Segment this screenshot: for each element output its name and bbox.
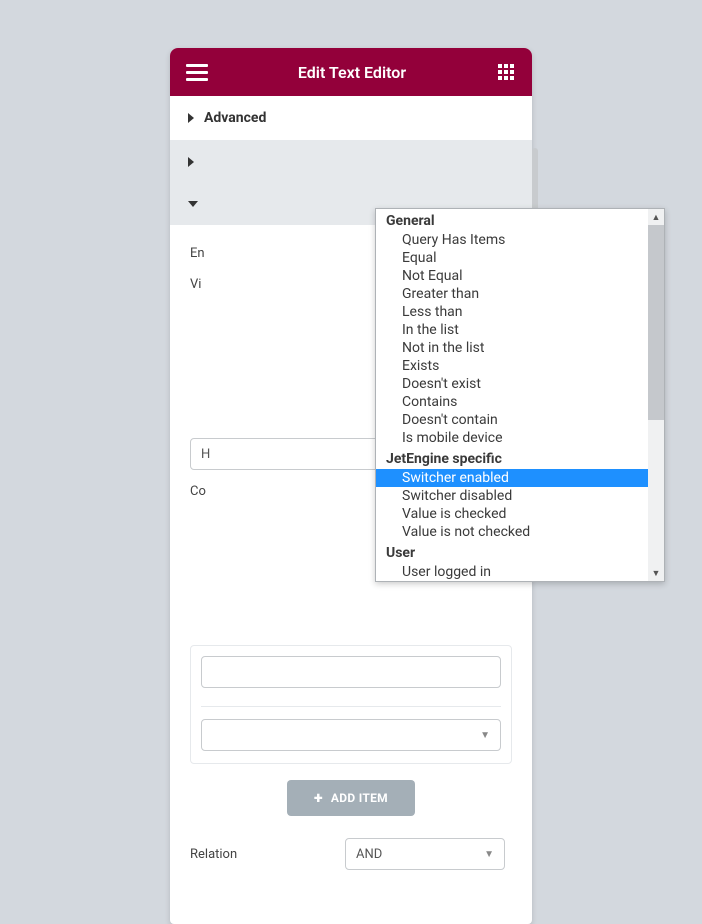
dropdown-option[interactable]: User logged in [376,563,664,581]
panel-header: Edit Text Editor [170,48,532,96]
dropdown-option[interactable]: Value is checked [376,505,664,523]
dropdown-option[interactable]: Is mobile device [376,429,664,447]
visibility-label: Vi [190,277,201,432]
visibility-value: H [201,447,210,462]
section-collapsed-1[interactable] [170,141,532,183]
dropdown-option[interactable]: Switcher enabled [376,469,664,487]
chevron-right-icon [188,157,194,167]
dropdown-option[interactable]: Exists [376,357,664,375]
dropdown-group-label: JetEngine specific [376,447,664,469]
dropdown-option[interactable]: Contains [376,393,664,411]
dropdown-option[interactable]: Greater than [376,285,664,303]
dropdown-option[interactable]: In the list [376,321,664,339]
panel-title: Edit Text Editor [208,63,496,82]
condition-type-dropdown[interactable]: ▲ ▼ GeneralQuery Has ItemsEqualNot Equal… [375,208,665,582]
condition-select-1[interactable] [201,656,501,688]
plus-icon: + [314,790,323,806]
section-label-advanced: Advanced [204,110,266,126]
dropdown-option[interactable]: Doesn't exist [376,375,664,393]
chevron-down-icon: ▼ [484,849,494,860]
dropdown-option[interactable]: Less than [376,303,664,321]
add-item-button[interactable]: + ADD ITEM [287,780,415,816]
scroll-down-arrow[interactable]: ▼ [648,565,664,581]
dropdown-group-label: General [376,209,664,231]
dropdown-option[interactable]: Not Equal [376,267,664,285]
section-advanced[interactable]: Advanced [170,96,532,141]
chevron-down-icon [188,201,198,207]
apps-icon[interactable] [496,62,516,82]
dropdown-options: GeneralQuery Has ItemsEqualNot EqualGrea… [376,209,664,581]
dropdown-group-label: User [376,541,664,563]
dropdown-option[interactable]: Value is not checked [376,523,664,541]
relation-row: Relation AND ▼ [190,838,512,870]
condition-select-2[interactable]: ▼ [201,719,501,751]
dropdown-option[interactable]: Doesn't contain [376,411,664,429]
relation-label: Relation [190,847,345,862]
enable-label: En [190,246,345,261]
menu-icon[interactable] [186,61,208,83]
conditions-label: Co [190,484,206,639]
chevron-right-icon [188,113,194,123]
add-item-label: ADD ITEM [331,791,388,805]
dropdown-option[interactable]: Query Has Items [376,231,664,249]
dropdown-scroll-thumb[interactable] [648,225,664,420]
scroll-up-arrow[interactable]: ▲ [648,209,664,225]
chevron-down-icon: ▼ [480,730,490,741]
editor-panel: Edit Text Editor Advanced En Vi H ▼ [170,48,532,924]
relation-value: AND [356,847,382,862]
dropdown-option[interactable]: Not in the list [376,339,664,357]
dropdown-option[interactable]: Equal [376,249,664,267]
relation-select[interactable]: AND ▼ [345,838,505,870]
conditions-block: ▼ [190,645,512,764]
dropdown-option[interactable]: Switcher disabled [376,487,664,505]
